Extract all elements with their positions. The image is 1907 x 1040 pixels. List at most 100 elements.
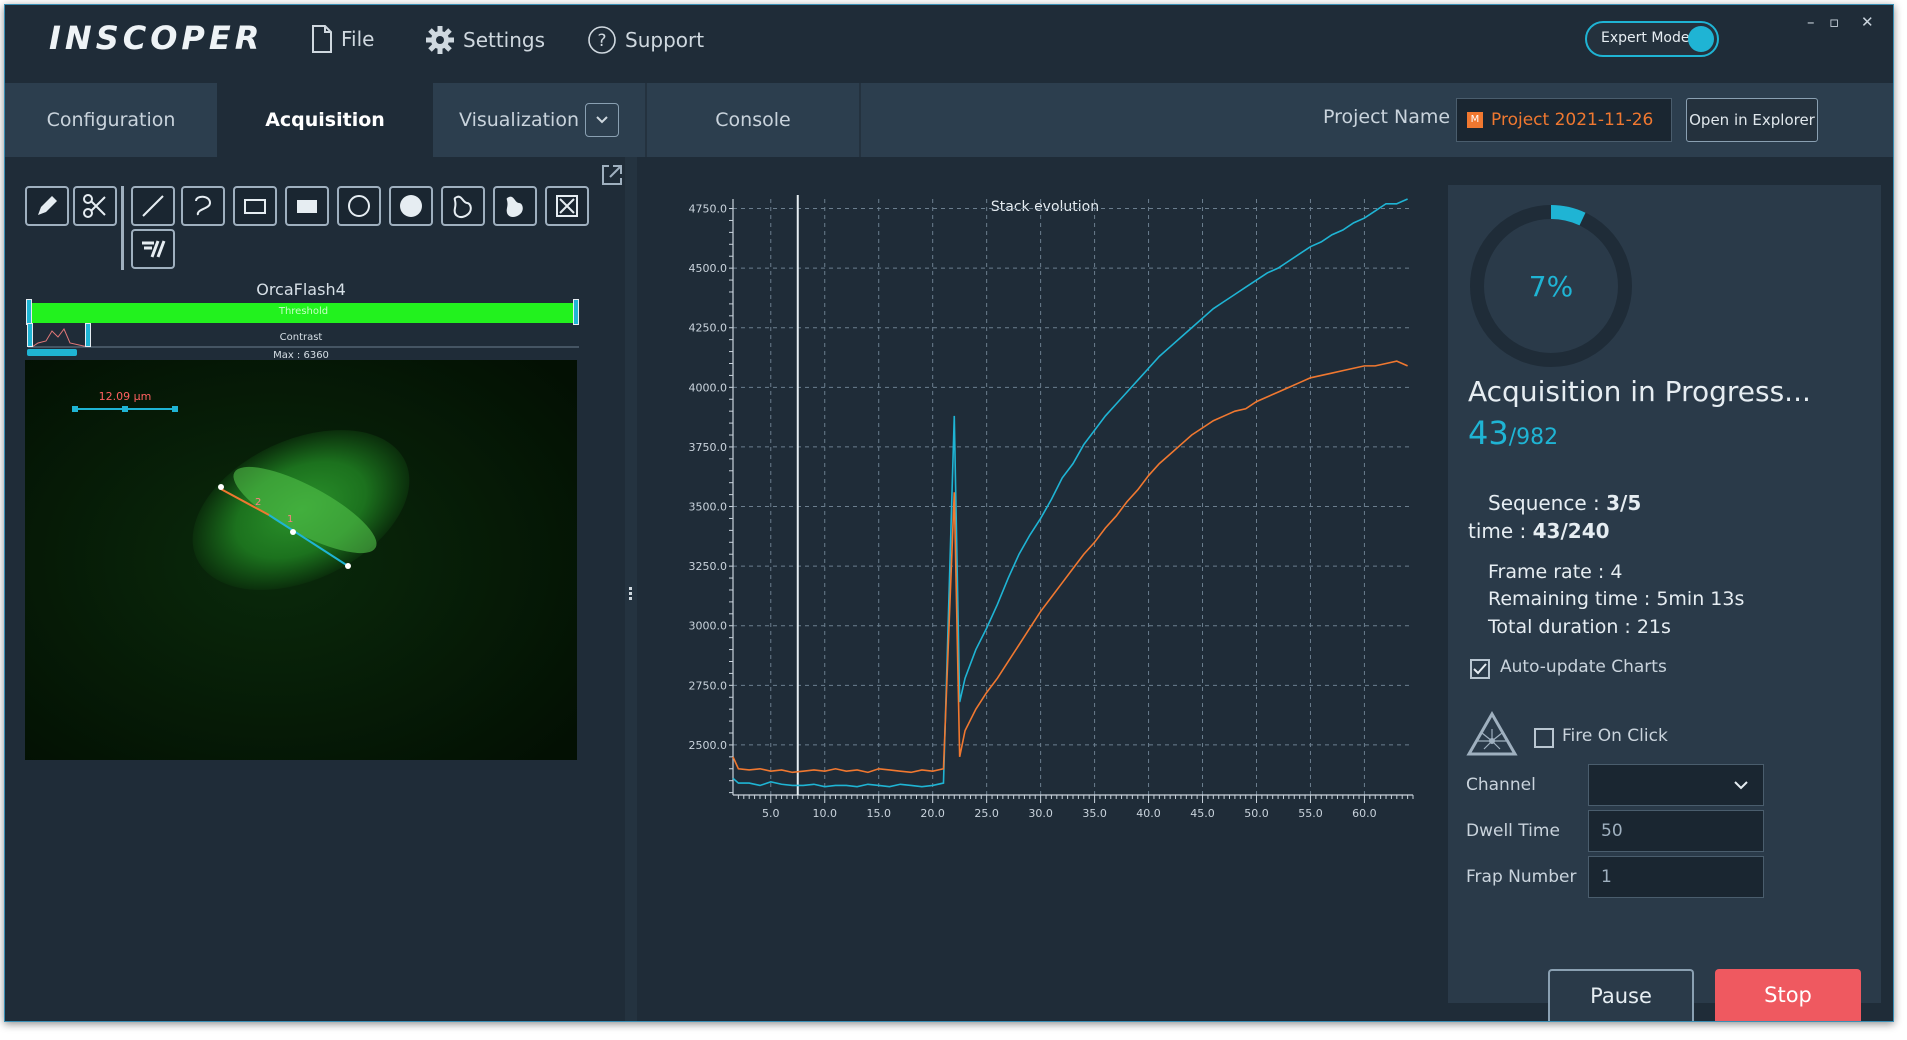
pencil-tool[interactable] [25, 186, 69, 226]
y-tick-label: 3250.0 [689, 560, 728, 573]
threshold-label: Threshold [278, 306, 329, 317]
series-line-0 [732, 198, 1408, 788]
line-tool[interactable] [131, 186, 175, 226]
fire-on-click-checkbox[interactable] [1534, 728, 1554, 748]
rectangle-outline-icon [244, 199, 266, 214]
x-tick-label: 30.0 [1028, 807, 1053, 820]
frame-rate: Frame rate : 4 [1488, 561, 1623, 583]
filled-rectangle-tool[interactable] [285, 186, 329, 226]
settings-menu[interactable]: Settings [425, 25, 545, 55]
tab-visualization[interactable]: Visualization [433, 83, 647, 157]
support-menu[interactable]: ? Support [587, 25, 704, 55]
sequence-info: Sequence : 3/5 [1488, 491, 1641, 515]
tab-acquisition-label: Acquisition [265, 109, 385, 131]
acquisition-title: Acquisition in Progress... [1468, 375, 1811, 408]
open-in-explorer-button[interactable]: Open in Explorer [1686, 98, 1818, 142]
file-menu[interactable]: File [311, 25, 374, 53]
time-label: time : [1468, 519, 1533, 543]
remaining-time: Remaining time : 5min 13s [1488, 588, 1745, 610]
x-tick-label: 10.0 [812, 807, 837, 820]
frame-total: /982 [1508, 425, 1559, 450]
camera-name: OrcaFlash4 [256, 280, 346, 299]
gear-icon [426, 26, 454, 54]
close-button[interactable]: ✕ [1861, 13, 1874, 31]
camera-image[interactable]: 12.09 µm 2 1 [25, 360, 577, 760]
stack-evolution-chart[interactable]: Stack evolution 5.0 10.0 15.0 20.0 25.0 30.0 3… [645, 185, 1425, 1015]
inscoper-mark-icon [142, 240, 166, 258]
acquisition-status-panel: 7% Acquisition in Progress... 43/982 Seq… [1448, 185, 1881, 1003]
chevron-down-icon [596, 116, 608, 124]
chart-title: Stack evolution [991, 199, 1099, 215]
x-tick-label: 55.0 [1298, 807, 1323, 820]
sequence-value: 3/5 [1606, 491, 1642, 515]
popout-icon[interactable] [599, 162, 625, 188]
contrast-label: Contrast [279, 332, 323, 343]
pencil-icon [38, 196, 57, 215]
auto-update-checkbox[interactable] [1470, 659, 1490, 679]
checkmark-icon [1473, 663, 1487, 675]
line-icon [142, 195, 164, 217]
time-value: 43/240 [1532, 519, 1610, 543]
settings-menu-label: Settings [463, 28, 546, 52]
auto-update-label: Auto-update Charts [1500, 657, 1667, 677]
panel-splitter[interactable] [625, 157, 637, 1021]
channel-label: Channel [1466, 775, 1536, 795]
pause-button[interactable]: Pause [1548, 969, 1694, 1021]
file-menu-label: File [341, 27, 375, 51]
rectangle-tool[interactable] [233, 186, 277, 226]
minimize-button[interactable]: – [1807, 13, 1815, 31]
line-marker-1: 1 [287, 514, 293, 525]
dwell-time-label: Dwell Time [1466, 821, 1560, 841]
maximize-button[interactable]: ▫ [1829, 13, 1839, 31]
y-tick-label: 4500.0 [689, 262, 728, 275]
filled-polygon-tool[interactable] [493, 186, 537, 226]
circle-filled-icon [400, 195, 422, 217]
y-tick-label: 3000.0 [689, 620, 728, 633]
clear-tool[interactable] [545, 186, 589, 226]
frap-number-value: 1 [1601, 867, 1612, 887]
line-marker-2: 2 [255, 497, 261, 508]
title-bar: INSCOPER File Settings ? Support Expert … [5, 5, 1893, 81]
toggle-knob [1688, 26, 1714, 52]
ellipse-tool[interactable] [337, 186, 381, 226]
scissors-tool[interactable] [73, 186, 117, 226]
dwell-time-input[interactable]: 50 [1588, 810, 1764, 852]
brand-tool[interactable] [131, 229, 175, 269]
microscopy-image: 12.09 µm 2 1 [25, 360, 577, 760]
tab-visualization-label: Visualization [458, 109, 579, 131]
tab-acquisition[interactable]: Acquisition [217, 83, 433, 157]
freehand-line-tool[interactable] [181, 186, 225, 226]
svg-text:?: ? [597, 31, 606, 51]
visualization-dropdown-button[interactable] [585, 103, 619, 137]
polygon-tool[interactable] [441, 186, 485, 226]
freeform-filled-icon [506, 196, 523, 217]
expert-mode-toggle[interactable]: Expert Mode [1585, 21, 1719, 57]
fire-on-click-label: Fire On Click [1562, 726, 1668, 746]
x-tick-label: 5.0 [762, 807, 780, 820]
curve-icon [195, 195, 212, 216]
frap-number-label: Frap Number [1466, 867, 1577, 887]
freeform-outline-icon [453, 195, 472, 218]
y-tick-label: 4000.0 [689, 381, 728, 394]
circle-outline-icon [348, 195, 370, 217]
x-tick-label: 25.0 [974, 807, 999, 820]
project-icon: M [1467, 112, 1483, 128]
filled-ellipse-tool[interactable] [389, 186, 433, 226]
tab-configuration[interactable]: Configuration [5, 83, 217, 157]
x-tick-label: 60.0 [1352, 807, 1377, 820]
file-icon [312, 25, 332, 53]
tab-console[interactable]: Console [647, 83, 861, 157]
sequence-label: Sequence : [1488, 491, 1607, 515]
channel-select[interactable] [1588, 764, 1764, 806]
tab-configuration-label: Configuration [46, 109, 176, 131]
project-name-field[interactable]: M Project 2021-11-26 [1456, 98, 1672, 142]
dwell-time-value: 50 [1601, 821, 1623, 841]
frap-number-input[interactable]: 1 [1588, 856, 1764, 898]
x-tick-label: 45.0 [1190, 807, 1215, 820]
x-tick-label: 15.0 [866, 807, 891, 820]
scalebar-label: 12.09 µm [99, 390, 152, 403]
threshold-bar[interactable]: Threshold [28, 303, 579, 323]
time-info: time : 43/240 [1468, 519, 1610, 543]
rectangle-filled-icon [297, 200, 317, 213]
stop-button[interactable]: Stop [1715, 969, 1861, 1021]
